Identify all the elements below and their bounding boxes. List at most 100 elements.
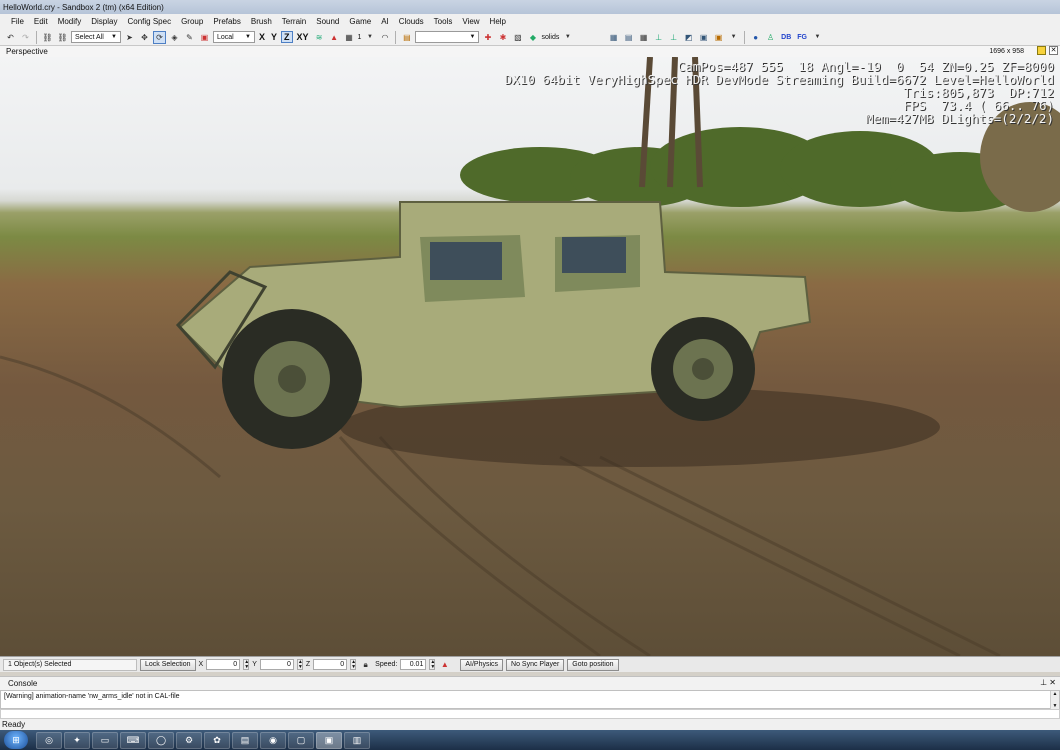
render-mode-label[interactable]: solids [541, 34, 559, 41]
menu-display[interactable]: Display [86, 14, 122, 29]
menu-tools[interactable]: Tools [429, 14, 458, 29]
layer-combo[interactable]: ▼ [415, 31, 480, 43]
z-spinner[interactable]: ▲ ▼ [350, 659, 357, 670]
chevron-down-icon[interactable]: ▼ [727, 31, 740, 44]
menu-modify[interactable]: Modify [53, 14, 87, 29]
terrain-snap-icon[interactable]: ≋ [313, 31, 326, 44]
select-filter-combo[interactable]: Select All ▼ [71, 31, 121, 43]
axis-y-button[interactable]: Y [269, 32, 279, 42]
box-tool-icon[interactable]: ▣ [697, 31, 710, 44]
rotate-tool-icon[interactable]: ⟳ [153, 30, 166, 44]
viewport-name[interactable]: Perspective [6, 47, 48, 56]
axis-z-button[interactable]: Z [281, 31, 293, 43]
unlink-icon[interactable]: ⛓ [56, 31, 69, 44]
region-tool-icon[interactable]: ▣ [198, 31, 211, 44]
media-icon[interactable]: ◉ [260, 731, 286, 749]
speed-field[interactable]: 0.01 [400, 659, 427, 670]
menu-help[interactable]: Help [485, 14, 511, 29]
chevron-down-icon: ▼ [245, 34, 251, 40]
x-spinner[interactable]: ▲ ▼ [243, 659, 250, 670]
menu-file[interactable]: File [6, 14, 29, 29]
start-button[interactable]: ⊞ [4, 731, 28, 749]
pin-icon[interactable]: ⊥ [1040, 678, 1047, 687]
menu-terrain[interactable]: Terrain [277, 14, 311, 29]
object-snap-icon[interactable]: ▲ [328, 31, 341, 44]
menu-edit[interactable]: Edit [29, 14, 53, 29]
globe-icon[interactable]: ● [749, 31, 762, 44]
lock-selection-button[interactable]: Lock Selection [140, 658, 196, 671]
menu-view[interactable]: View [457, 14, 484, 29]
console-scrollbar[interactable]: ▲ ▼ [1050, 691, 1059, 710]
pin-tool-icon[interactable]: ⊥ [667, 31, 680, 44]
ai-physics-button[interactable]: AI/Physics [460, 658, 504, 671]
y-spinner[interactable]: ▲ ▼ [296, 659, 303, 670]
steam-icon[interactable]: ⚙ [176, 731, 202, 749]
scale-tool-icon[interactable]: ◈ [168, 31, 181, 44]
redo-icon[interactable]: ↷ [19, 31, 32, 44]
obs-icon[interactable]: ◯ [148, 731, 174, 749]
app2-icon[interactable]: ✿ [204, 731, 230, 749]
speed-spinner[interactable]: ▲ ▼ [429, 659, 436, 670]
coord-system-value: Local [217, 33, 234, 41]
menu-group[interactable]: Group [176, 14, 208, 29]
grid-tool-icon[interactable]: ▦ [637, 31, 650, 44]
undo-icon[interactable]: ↶ [4, 31, 17, 44]
layer-icon[interactable]: ▤ [400, 31, 413, 44]
angle-snap-icon[interactable]: ◠ [378, 31, 391, 44]
chevron-down-icon[interactable]: ▼ [363, 31, 376, 44]
goto-position-button[interactable]: Goto position [567, 658, 619, 671]
sandbox-icon[interactable]: ▣ [316, 731, 342, 749]
hud-line-mem: Mem=427MB DLights=(2/2/2) [865, 111, 1054, 126]
db-button[interactable]: DB [779, 34, 793, 41]
menu-sound[interactable]: Sound [311, 14, 344, 29]
grid-icon[interactable]: ▦ [343, 31, 356, 44]
terrain-tool-icon[interactable]: ▤ [622, 31, 635, 44]
window-icon[interactable]: ▢ [288, 731, 314, 749]
close-icon[interactable]: ✕ [1049, 678, 1056, 687]
menu-config-spec[interactable]: Config Spec [122, 14, 176, 29]
menu-brush[interactable]: Brush [246, 14, 277, 29]
z-field[interactable]: 0 [313, 659, 348, 670]
physics-icon[interactable]: ✱ [496, 31, 509, 44]
chrome-icon[interactable]: ◎ [36, 731, 62, 749]
no-sync-player-button[interactable]: No Sync Player [506, 658, 565, 671]
select-tool-icon[interactable]: ➤ [123, 31, 136, 44]
lock-icon[interactable]: 🔒︎ [359, 658, 372, 671]
wireframe-icon[interactable]: ▧ [511, 31, 524, 44]
player-icon[interactable]: ♙ [764, 31, 777, 44]
chevron-down-icon[interactable]: ▼ [561, 31, 574, 44]
menu-ai[interactable]: AI [376, 14, 394, 29]
console-message: [Warning] animation-name 'nw_arms_idle' … [4, 693, 180, 700]
y-field[interactable]: 0 [259, 659, 294, 670]
axis-xy-button[interactable]: XY [295, 32, 311, 42]
chevron-down-icon[interactable]: ▼ [811, 31, 824, 44]
maximize-viewport-icon[interactable] [1037, 46, 1046, 55]
notepad-icon[interactable]: ▤ [232, 731, 258, 749]
axis-x-button[interactable]: X [257, 32, 267, 42]
app-icon[interactable]: ✦ [64, 731, 90, 749]
menu-game[interactable]: Game [344, 14, 376, 29]
layer-tool-icon[interactable]: ▦ [607, 31, 620, 44]
render-mode-icon[interactable]: ◆ [526, 31, 539, 44]
paint-tool-icon[interactable]: ✎ [183, 31, 196, 44]
camera-tool-icon[interactable]: ▣ [712, 31, 725, 44]
menu-prefabs[interactable]: Prefabs [208, 14, 246, 29]
coord-system-combo[interactable]: Local ▼ [213, 31, 255, 43]
terrain-collision-icon[interactable]: ▲ [438, 658, 451, 671]
link-icon[interactable]: ⛓ [41, 31, 54, 44]
snap-tool-icon[interactable]: ⊥ [652, 31, 665, 44]
keyboard-icon[interactable]: ⌨ [120, 731, 146, 749]
console-log[interactable]: [Warning] animation-name 'nw_arms_idle' … [0, 690, 1060, 710]
console-input[interactable] [0, 709, 1060, 719]
perspective-viewport[interactable]: CamPos=487 555 18 Angl=-19 0 54 ZN=0.25 … [0, 57, 1060, 656]
selection-bar: 1 Object(s) Selected Lock Selection X 0 … [0, 656, 1060, 672]
fg-button[interactable]: FG [795, 34, 809, 41]
goto-selection-icon[interactable]: ✚ [481, 31, 494, 44]
folder-icon[interactable]: ▭ [92, 731, 118, 749]
close-icon[interactable]: ✕ [1049, 46, 1058, 55]
explorer-icon[interactable]: ▥ [344, 731, 370, 749]
menu-clouds[interactable]: Clouds [394, 14, 429, 29]
x-field[interactable]: 0 [206, 659, 241, 670]
move-tool-icon[interactable]: ✥ [138, 31, 151, 44]
cube-tool-icon[interactable]: ◩ [682, 31, 695, 44]
